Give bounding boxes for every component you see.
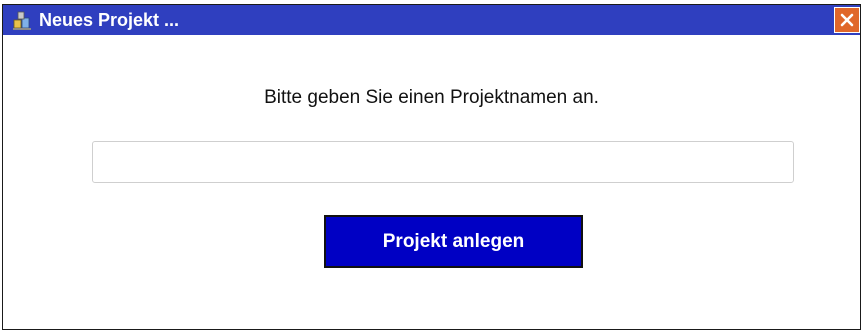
project-blocks-icon [11,9,33,31]
prompt-text: Bitte geben Sie einen Projektnamen an. [264,87,599,108]
create-project-button[interactable]: Projekt anlegen [324,215,583,268]
close-button[interactable] [834,7,860,33]
window-title: Neues Projekt ... [39,10,180,30]
close-icon [840,13,854,27]
title-bar[interactable]: Neues Projekt ... [3,5,860,35]
new-project-dialog: Neues Projekt ... Bitte geben Sie einen … [2,4,861,330]
project-name-input[interactable] [92,141,794,183]
